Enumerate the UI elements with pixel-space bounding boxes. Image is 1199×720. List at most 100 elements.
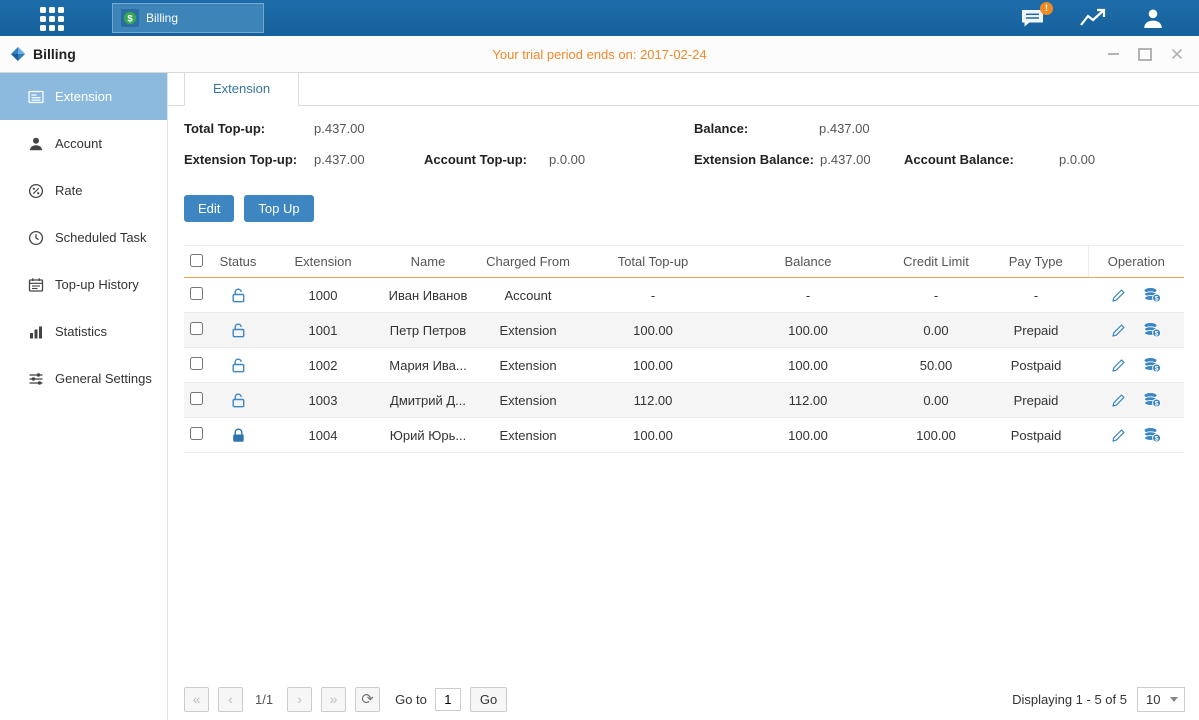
page-size-select[interactable]: 10 bbox=[1137, 687, 1185, 712]
topbar-tab-billing[interactable]: $ Billing bbox=[112, 3, 264, 33]
chevron-down-icon bbox=[1170, 697, 1178, 702]
status-cell bbox=[208, 278, 268, 313]
svg-text:$: $ bbox=[1155, 401, 1159, 408]
sidebar-item-topup-history[interactable]: Top-up History bbox=[0, 261, 167, 308]
topup-record-icon[interactable]: $ bbox=[1143, 322, 1161, 338]
extension-balance-label: Extension Balance: bbox=[694, 152, 814, 167]
main-content: Extension Total Top-up: p.437.00 Balance… bbox=[168, 73, 1199, 720]
svg-text:$: $ bbox=[1155, 436, 1159, 443]
edit-extension-icon[interactable] bbox=[1111, 393, 1126, 408]
close-button[interactable] bbox=[1169, 46, 1185, 62]
topbar-actions: ! bbox=[1020, 0, 1165, 36]
svg-text:$: $ bbox=[1155, 331, 1159, 338]
topup-record-icon[interactable]: $ bbox=[1143, 392, 1161, 408]
titlebar-left: Billing bbox=[10, 46, 76, 62]
row-checkbox[interactable] bbox=[190, 357, 203, 370]
extension-cell: 1003 bbox=[268, 383, 378, 418]
prev-page-button[interactable]: ‹ bbox=[218, 687, 243, 712]
sidebar: Extension Account Rate Scheduled Task bbox=[0, 73, 168, 720]
goto-label: Go to bbox=[395, 692, 427, 707]
sidebar-item-rate[interactable]: Rate bbox=[0, 167, 167, 214]
clock-icon bbox=[28, 230, 45, 246]
sidebar-item-account[interactable]: Account bbox=[0, 120, 167, 167]
sidebar-item-label: Extension bbox=[55, 89, 112, 104]
last-page-button[interactable]: » bbox=[321, 687, 346, 712]
topup-record-icon[interactable]: $ bbox=[1143, 427, 1161, 443]
minimize-button[interactable] bbox=[1105, 46, 1121, 62]
balance-cell: 100.00 bbox=[728, 313, 888, 348]
pay-type-cell: Prepaid bbox=[984, 313, 1088, 348]
billing-window: $ Billing ! Billing Your trial period en… bbox=[0, 0, 1199, 720]
topup-record-icon[interactable]: $ bbox=[1143, 357, 1161, 373]
extension-cell: 1000 bbox=[268, 278, 378, 313]
resource-monitor-icon[interactable] bbox=[1079, 7, 1107, 29]
column-extension: Extension bbox=[268, 246, 378, 278]
column-total-topup: Total Top-up bbox=[578, 246, 728, 278]
charged-from-cell: Extension bbox=[478, 418, 578, 453]
total-topup-label: Total Top-up: bbox=[184, 121, 265, 136]
sidebar-item-scheduled-task[interactable]: Scheduled Task bbox=[0, 214, 167, 261]
extension-icon bbox=[28, 89, 45, 105]
sidebar-item-statistics[interactable]: Statistics bbox=[0, 308, 167, 355]
pay-type-cell: Postpaid bbox=[984, 418, 1088, 453]
notifications-icon[interactable]: ! bbox=[1020, 8, 1045, 29]
goto-page-input[interactable] bbox=[435, 688, 461, 711]
total-topup-cell: - bbox=[578, 278, 728, 313]
row-checkbox[interactable] bbox=[190, 287, 203, 300]
column-pay-type: Pay Type bbox=[984, 246, 1088, 278]
extension-topup-value: p.437.00 bbox=[314, 152, 365, 167]
edit-extension-icon[interactable] bbox=[1111, 358, 1126, 373]
top-up-button[interactable]: Top Up bbox=[244, 195, 313, 222]
row-checkbox[interactable] bbox=[190, 427, 203, 440]
balance-cell: 112.00 bbox=[728, 383, 888, 418]
table-row: 1000 Иван Иванов Account - - - - $ bbox=[184, 278, 1184, 313]
edit-extension-icon[interactable] bbox=[1111, 288, 1126, 303]
sliders-icon bbox=[28, 371, 45, 387]
app-grid-icon[interactable] bbox=[36, 3, 68, 33]
balance-label: Balance: bbox=[694, 121, 748, 136]
sidebar-item-extension[interactable]: Extension bbox=[0, 73, 167, 120]
trial-notice: Your trial period ends on: 2017-02-24 bbox=[0, 47, 1199, 62]
charged-from-cell: Extension bbox=[478, 383, 578, 418]
credit-limit-cell: - bbox=[888, 278, 984, 313]
credit-limit-cell: 100.00 bbox=[888, 418, 984, 453]
go-button[interactable]: Go bbox=[470, 687, 507, 712]
column-charged-from: Charged From bbox=[478, 246, 578, 278]
operation-cell: $ bbox=[1088, 348, 1184, 383]
next-page-button[interactable]: › bbox=[287, 687, 312, 712]
user-account-icon[interactable] bbox=[1141, 7, 1165, 29]
balance-cell: 100.00 bbox=[728, 348, 888, 383]
charged-from-cell: Extension bbox=[478, 313, 578, 348]
table-body: 1000 Иван Иванов Account - - - - $ bbox=[184, 278, 1184, 453]
checkbox-cell bbox=[184, 383, 208, 418]
topbar: $ Billing ! bbox=[0, 0, 1199, 36]
topup-record-icon[interactable]: $ bbox=[1143, 287, 1161, 303]
maximize-button[interactable] bbox=[1137, 46, 1153, 62]
rate-icon bbox=[28, 183, 45, 199]
row-checkbox[interactable] bbox=[190, 322, 203, 335]
balance-cell: 100.00 bbox=[728, 418, 888, 453]
billing-dollar-icon: $ bbox=[121, 9, 139, 27]
account-icon bbox=[28, 136, 45, 152]
column-status: Status bbox=[208, 246, 268, 278]
sidebar-item-label: Account bbox=[55, 136, 102, 151]
notification-badge: ! bbox=[1040, 2, 1053, 15]
pay-type-cell: Prepaid bbox=[984, 383, 1088, 418]
row-checkbox[interactable] bbox=[190, 392, 203, 405]
status-locked-icon bbox=[232, 428, 245, 443]
sidebar-item-general-settings[interactable]: General Settings bbox=[0, 355, 167, 402]
sidebar-item-label: Statistics bbox=[55, 324, 107, 339]
account-topup-value: p.0.00 bbox=[549, 152, 585, 167]
status-unlocked-icon bbox=[232, 288, 245, 303]
select-all-checkbox[interactable] bbox=[190, 254, 203, 267]
column-credit-limit: Credit Limit bbox=[888, 246, 984, 278]
tab-extension[interactable]: Extension bbox=[184, 72, 299, 106]
refresh-icon[interactable]: ⟳ bbox=[355, 687, 380, 712]
edit-extension-icon[interactable] bbox=[1111, 428, 1126, 443]
name-cell: Дмитрий Д... bbox=[378, 383, 478, 418]
first-page-button[interactable]: « bbox=[184, 687, 209, 712]
edit-button[interactable]: Edit bbox=[184, 195, 234, 222]
svg-text:$: $ bbox=[1155, 366, 1159, 373]
edit-extension-icon[interactable] bbox=[1111, 323, 1126, 338]
select-all-header bbox=[184, 246, 208, 278]
